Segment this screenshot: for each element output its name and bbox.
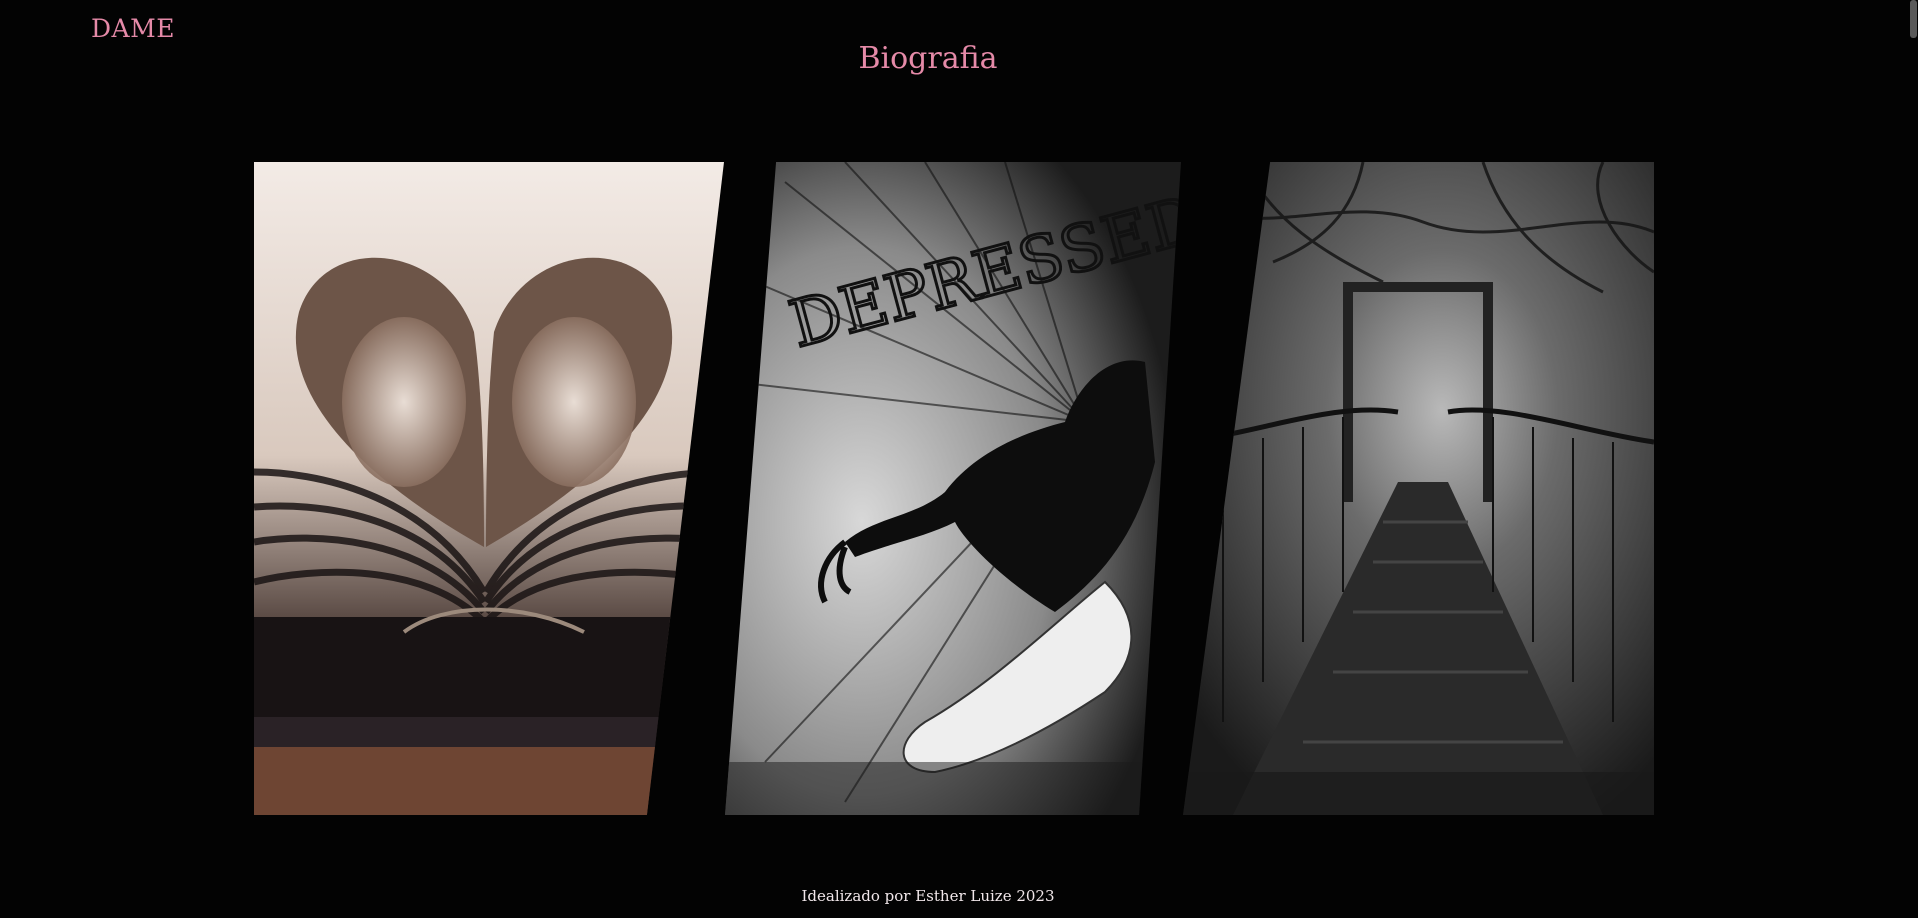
footer-credit: Idealizado por Esther Luize 2023 — [801, 887, 1055, 905]
page-title: Biografia — [858, 41, 998, 76]
gallery-image-heart-book[interactable] — [254, 162, 724, 815]
depressed-figure-image: DEPRESSED — [725, 162, 1181, 815]
page: DAME Biografia DEPRESSED Idealizado por … — [0, 0, 1918, 918]
gallery-image-misty-bridge[interactable] — [1183, 162, 1654, 815]
scrollbar-thumb[interactable] — [1910, 0, 1917, 38]
image-gallery: DEPRESSED — [0, 0, 1918, 918]
heart-book-image — [254, 162, 724, 815]
vertical-scrollbar[interactable] — [1909, 0, 1918, 918]
misty-bridge-image — [1183, 162, 1654, 815]
gallery-image-depressed-figure[interactable]: DEPRESSED — [725, 162, 1181, 815]
site-logo-link[interactable]: DAME — [91, 14, 175, 43]
